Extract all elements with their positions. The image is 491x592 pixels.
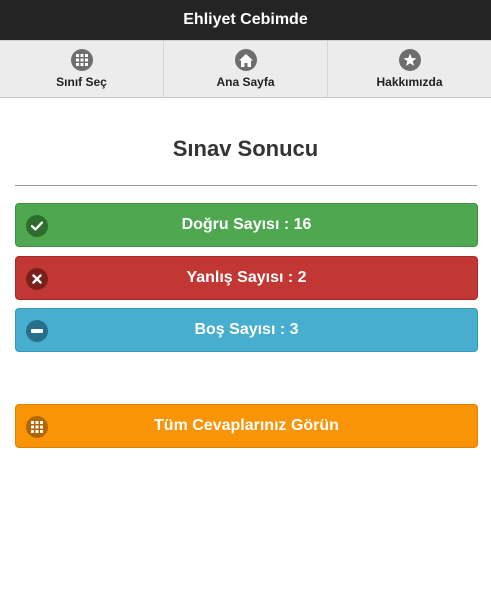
nav-item-sinif-sec[interactable]: Sınıf Seç [0, 41, 164, 97]
nav-item-ana-sayfa[interactable]: Ana Sayfa [164, 41, 328, 97]
nav-label: Sınıf Seç [56, 75, 107, 89]
grid-icon [26, 416, 48, 438]
view-all-answers-label: Tüm Cevaplarınız Görün [154, 417, 339, 434]
star-icon [398, 49, 421, 71]
check-icon [26, 215, 48, 237]
correct-count-bar: Doğru Sayısı : 16 [15, 203, 478, 247]
empty-count-label: Boş Sayısı : 3 [194, 321, 299, 338]
divider [15, 185, 477, 186]
correct-count-label: Doğru Sayısı : 16 [181, 216, 312, 233]
nav-label: Hakkımızda [376, 75, 443, 89]
app-title: Ehliyet Cebimde [183, 11, 308, 28]
nav-label: Ana Sayfa [216, 75, 275, 89]
wrong-count-label: Yanlış Sayısı : 2 [186, 269, 307, 286]
app-header: Ehliyet Cebimde [0, 0, 491, 40]
close-icon [26, 268, 48, 290]
page-title: Sınav Sonucu [172, 136, 319, 161]
grid-icon [70, 49, 93, 71]
home-icon [234, 49, 257, 71]
nav-item-hakkimizda[interactable]: Hakkımızda [328, 41, 491, 97]
minus-icon [26, 320, 48, 342]
empty-count-bar: Boş Sayısı : 3 [15, 308, 478, 352]
wrong-count-bar: Yanlış Sayısı : 2 [15, 256, 478, 300]
view-all-answers-button[interactable]: Tüm Cevaplarınız Görün [15, 404, 478, 448]
top-navbar: Sınıf Seç Ana Sayfa Hakkımızda [0, 40, 491, 98]
